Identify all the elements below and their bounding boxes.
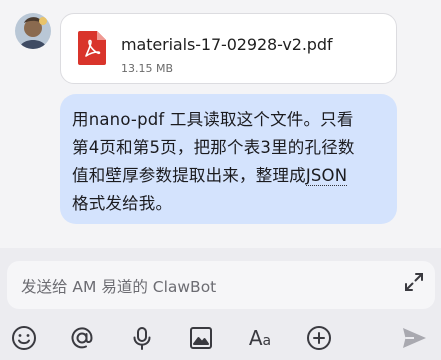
add-icon[interactable]: [305, 324, 333, 352]
text-format-label: A: [248, 326, 263, 350]
mention-icon[interactable]: [68, 324, 96, 352]
message-line: 用nano-pdf 工具读取这个文件。只看: [72, 110, 354, 129]
emoji-icon[interactable]: [10, 324, 38, 352]
message-line-text: 值和壁厚参数提取出来，整理成: [72, 166, 306, 185]
file-attachment-card[interactable]: materials-17-02928-v2.pdf 13.15 MB: [60, 13, 397, 84]
json-link[interactable]: JSON: [305, 166, 348, 186]
avatar[interactable]: [15, 13, 51, 49]
message-line: 格式发给我。: [72, 194, 173, 213]
message-input[interactable]: 发送给 AM 易道的 ClawBot: [7, 261, 435, 309]
message-line: 第4页和第5页，把那个表3里的孔径数: [72, 138, 355, 157]
text-format-label-small: a: [262, 333, 272, 349]
file-name: materials-17-02928-v2.pdf: [121, 35, 333, 54]
pdf-icon: [78, 31, 106, 65]
message-bubble: 用nano-pdf 工具读取这个文件。只看 第4页和第5页，把那个表3里的孔径数…: [60, 94, 397, 224]
message-line: 值和壁厚参数提取出来，整理成JSON: [72, 162, 387, 190]
image-icon[interactable]: [187, 324, 215, 352]
file-size: 13.15 MB: [121, 62, 174, 75]
text-format-icon[interactable]: Aa: [246, 324, 274, 352]
microphone-icon[interactable]: [128, 324, 156, 352]
message-text: 用nano-pdf 工具读取这个文件。只看 第4页和第5页，把那个表3里的孔径数…: [72, 106, 387, 218]
input-placeholder: 发送给 AM 易道的 ClawBot: [21, 278, 217, 296]
send-icon[interactable]: [400, 324, 428, 352]
expand-icon[interactable]: [403, 271, 425, 293]
